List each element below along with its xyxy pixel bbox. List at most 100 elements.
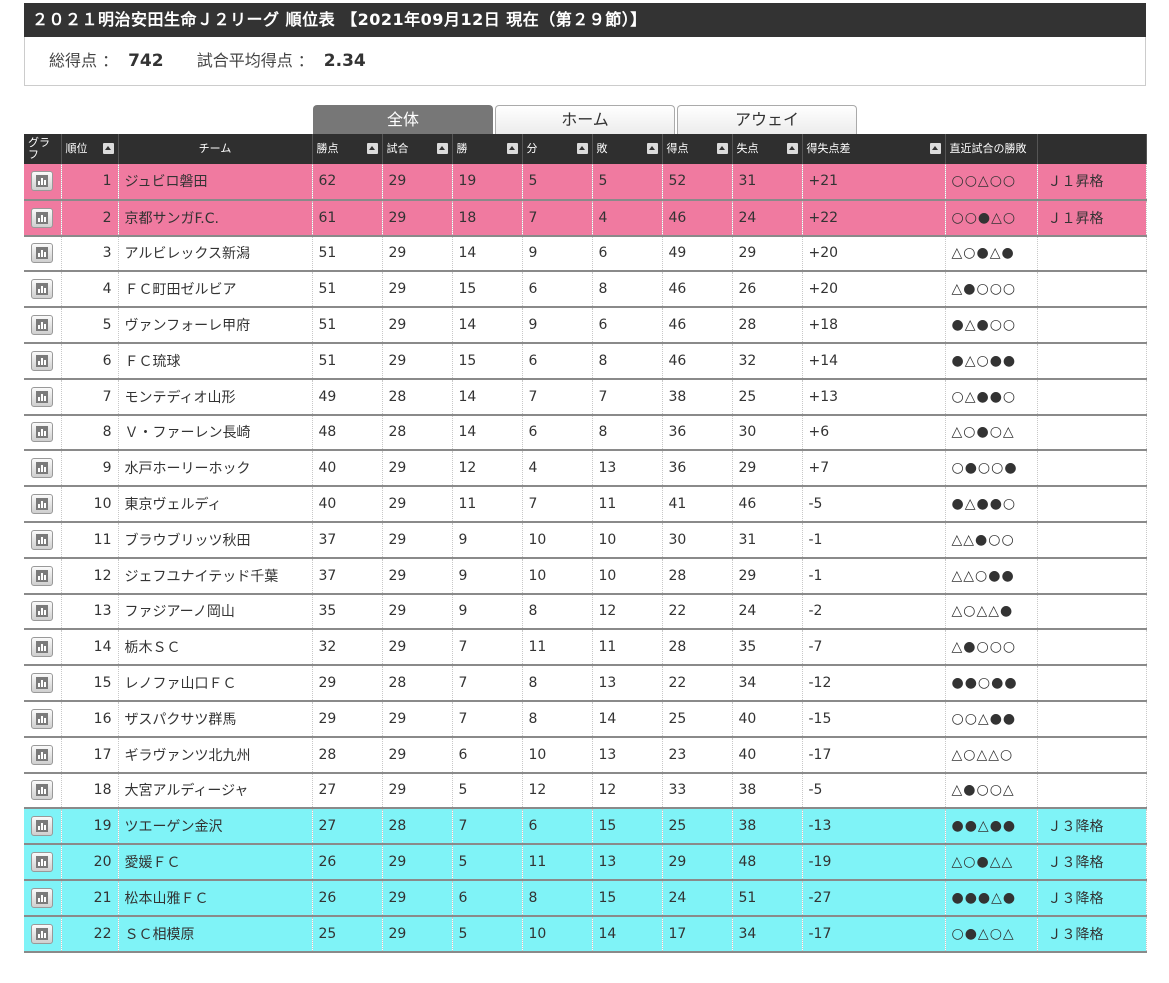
- team-name-link[interactable]: 大宮アルディージャ: [125, 783, 249, 799]
- team-cell: 愛媛ＦＣ: [118, 844, 313, 881]
- played-cell: 29: [382, 879, 453, 917]
- points-cell: 37: [312, 557, 383, 595]
- points-cell: 25: [312, 915, 383, 953]
- sort-played-button[interactable]: [436, 143, 448, 154]
- bar-chart-icon[interactable]: [31, 887, 54, 908]
- bar-chart-icon[interactable]: [31, 708, 54, 729]
- goal-difference-cell: -5: [802, 772, 946, 810]
- rank-cell: 11: [61, 521, 119, 559]
- drawn-cell: 9: [522, 235, 593, 273]
- goals-for-cell: 46: [662, 342, 733, 380]
- lost-cell: 5: [592, 164, 663, 201]
- team-name-link[interactable]: ＦＣ町田ゼルビア: [125, 282, 237, 298]
- team-name-link[interactable]: 京都サンガF.C.: [125, 211, 219, 227]
- team-name-link[interactable]: ツエーゲン金沢: [125, 819, 223, 835]
- sort-goal-difference-button[interactable]: [929, 143, 941, 154]
- bar-chart-icon[interactable]: [31, 923, 54, 944]
- status-cell: [1037, 235, 1147, 273]
- team-name-link[interactable]: Ｖ・ファーレン長崎: [125, 425, 251, 441]
- team-name-link[interactable]: モンテディオ山形: [125, 390, 236, 406]
- goals-for-cell: 30: [662, 521, 733, 559]
- table-row: 2 京都サンガF.C. 61 29 18 7 4 46 24 +22 ○○●△○ Ｊ１昇格: [24, 199, 1147, 237]
- bar-chart-icon[interactable]: [31, 852, 54, 873]
- team-name-link[interactable]: 東京ヴェルディ: [125, 497, 222, 513]
- team-name-link[interactable]: ジェフユナイテッド千葉: [125, 569, 279, 585]
- team-name-link[interactable]: ギラヴァンツ北九州: [125, 748, 251, 764]
- sort-won-button[interactable]: [506, 143, 518, 154]
- team-name-link[interactable]: ファジアーノ岡山: [125, 604, 235, 620]
- tab-away[interactable]: アウェイ: [677, 105, 857, 134]
- graph-cell: [24, 736, 62, 774]
- points-cell: 40: [312, 486, 383, 523]
- bar-chart-icon[interactable]: [31, 422, 54, 443]
- recent-results-cell: ●●●△●: [945, 879, 1038, 917]
- team-name-link[interactable]: 愛媛ＦＣ: [125, 855, 181, 871]
- goal-difference-cell: +14: [802, 342, 946, 380]
- team-cell: 京都サンガF.C.: [118, 199, 313, 237]
- goals-for-cell: 22: [662, 593, 733, 631]
- sort-goals-for-button[interactable]: [716, 143, 728, 154]
- played-cell: 29: [382, 593, 453, 631]
- bar-chart-icon[interactable]: [31, 279, 54, 300]
- team-cell: ＦＣ町田ゼルビア: [118, 271, 313, 309]
- sort-drawn-button[interactable]: [576, 143, 588, 154]
- table-row: 6 ＦＣ琉球 51 29 15 6 8 46 32 +14 ●△○●●: [24, 342, 1147, 380]
- graph-cell: [24, 665, 62, 702]
- team-name-link[interactable]: 松本山雅ＦＣ: [125, 891, 209, 907]
- team-name-link[interactable]: ブラウブリッツ秋田: [125, 533, 251, 549]
- bar-chart-icon[interactable]: [31, 350, 54, 371]
- team-cell: ＳＣ相模原: [118, 915, 313, 953]
- bar-chart-icon[interactable]: [31, 243, 54, 264]
- goals-against-cell: 38: [732, 772, 803, 810]
- bar-chart-icon[interactable]: [31, 816, 54, 837]
- recent-results-cell: △○●○△: [945, 414, 1038, 452]
- bar-chart-icon[interactable]: [31, 637, 54, 658]
- col-rank: 順位: [61, 134, 119, 164]
- table-row: 14 栃木ＳＣ 32 29 7 11 11 28 35 -7 △●○○○: [24, 629, 1147, 667]
- goal-difference-cell: -19: [802, 844, 946, 881]
- team-name-link[interactable]: 栃木ＳＣ: [125, 640, 181, 656]
- team-cell: 大宮アルディージャ: [118, 772, 313, 810]
- tab-home[interactable]: ホーム: [495, 105, 675, 134]
- goals-for-cell: 22: [662, 665, 733, 702]
- tab-overall[interactable]: 全体: [313, 105, 493, 134]
- graph-cell: [24, 772, 62, 810]
- team-name-link[interactable]: アルビレックス新潟: [125, 246, 250, 262]
- col-goals-against: 失点: [732, 134, 803, 164]
- bar-chart-icon[interactable]: [31, 673, 54, 694]
- bar-chart-icon[interactable]: [31, 780, 54, 801]
- bar-chart-icon[interactable]: [31, 744, 54, 765]
- team-name-link[interactable]: レノファ山口ＦＣ: [125, 676, 237, 692]
- sort-points-button[interactable]: [366, 143, 378, 154]
- team-cell: Ｖ・ファーレン長崎: [118, 414, 313, 452]
- rank-cell: 18: [61, 772, 119, 810]
- rank-cell: 12: [61, 557, 119, 595]
- sort-goals-against-button[interactable]: [786, 143, 798, 154]
- bar-chart-icon[interactable]: [31, 529, 54, 550]
- team-name-link[interactable]: ＳＣ相模原: [125, 927, 195, 943]
- team-name-link[interactable]: ザスパクサツ群馬: [125, 712, 237, 728]
- bar-chart-icon[interactable]: [31, 386, 54, 407]
- sort-rank-button[interactable]: [102, 143, 114, 154]
- bar-chart-icon[interactable]: [31, 494, 54, 515]
- lost-cell: 4: [592, 199, 663, 237]
- bar-chart-icon[interactable]: [31, 171, 54, 192]
- team-name-link[interactable]: ジュビロ磐田: [125, 174, 208, 190]
- goal-difference-cell: -1: [802, 521, 946, 559]
- bar-chart-icon[interactable]: [31, 601, 54, 622]
- bar-chart-icon[interactable]: [31, 207, 54, 228]
- won-cell: 9: [452, 593, 523, 631]
- bar-chart-icon[interactable]: [31, 315, 54, 336]
- team-name-link[interactable]: 水戸ホーリーホック: [125, 461, 251, 477]
- bar-chart-icon[interactable]: [31, 458, 54, 479]
- table-row: 21 松本山雅ＦＣ 26 29 6 8 15 24 51 -27 ●●●△● Ｊ３降格: [24, 879, 1147, 917]
- sort-lost-button[interactable]: [646, 143, 658, 154]
- lost-cell: 11: [592, 629, 663, 667]
- goals-for-cell: 46: [662, 271, 733, 309]
- lost-cell: 10: [592, 521, 663, 559]
- drawn-cell: 12: [522, 772, 593, 810]
- recent-results-cell: ○●△○△: [945, 915, 1038, 953]
- team-name-link[interactable]: ヴァンフォーレ甲府: [125, 318, 251, 334]
- bar-chart-icon[interactable]: [31, 565, 54, 586]
- team-name-link[interactable]: ＦＣ琉球: [125, 354, 181, 370]
